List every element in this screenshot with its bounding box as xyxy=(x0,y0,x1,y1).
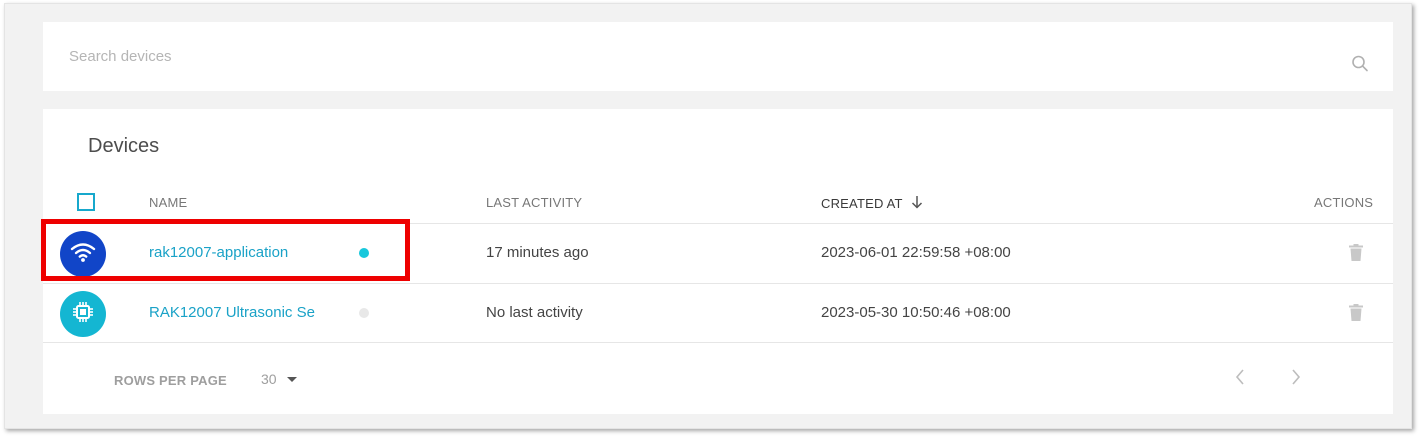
chevron-left-icon[interactable] xyxy=(1235,368,1245,391)
table-row[interactable]: RAK12007 Ultrasonic Se No last activity … xyxy=(43,284,1393,343)
search-bar xyxy=(43,22,1393,91)
caret-down-icon xyxy=(286,376,297,382)
select-all-checkbox[interactable] xyxy=(77,193,95,211)
last-activity-value: 17 minutes ago xyxy=(486,244,589,261)
created-at-value: 2023-05-30 10:50:46 +08:00 xyxy=(821,304,1011,321)
divider xyxy=(43,342,1393,343)
column-header-last-activity[interactable]: LAST ACTIVITY xyxy=(486,195,582,210)
rows-per-page-label: ROWS PER PAGE xyxy=(114,373,227,388)
search-input[interactable] xyxy=(43,22,1333,91)
trash-icon[interactable] xyxy=(1349,244,1363,266)
highlight-box xyxy=(41,219,410,281)
page-title: Devices xyxy=(88,135,160,157)
column-header-created-at-label: CREATED AT xyxy=(821,196,903,211)
device-name-link[interactable]: RAK12007 Ultrasonic Se xyxy=(149,304,331,321)
last-activity-value: No last activity xyxy=(486,304,583,321)
column-header-actions: ACTIONS xyxy=(1314,195,1374,210)
status-offline-dot xyxy=(359,308,369,318)
trash-icon[interactable] xyxy=(1349,304,1363,326)
app-frame: Devices NAME LAST ACTIVITY CREATED AT AC… xyxy=(4,3,1412,429)
rows-per-page-value: 30 xyxy=(261,371,277,387)
search-icon[interactable] xyxy=(1351,55,1369,78)
column-header-created-at[interactable]: CREATED AT xyxy=(821,195,923,212)
sort-arrow-down-icon xyxy=(911,195,923,212)
chevron-right-icon[interactable] xyxy=(1291,368,1301,391)
column-header-name[interactable]: NAME xyxy=(149,195,187,210)
device-avatar xyxy=(60,291,106,337)
chip-icon xyxy=(70,299,96,330)
rows-per-page-select[interactable]: 30 xyxy=(261,371,297,387)
created-at-value: 2023-06-01 22:59:58 +08:00 xyxy=(821,244,1011,261)
